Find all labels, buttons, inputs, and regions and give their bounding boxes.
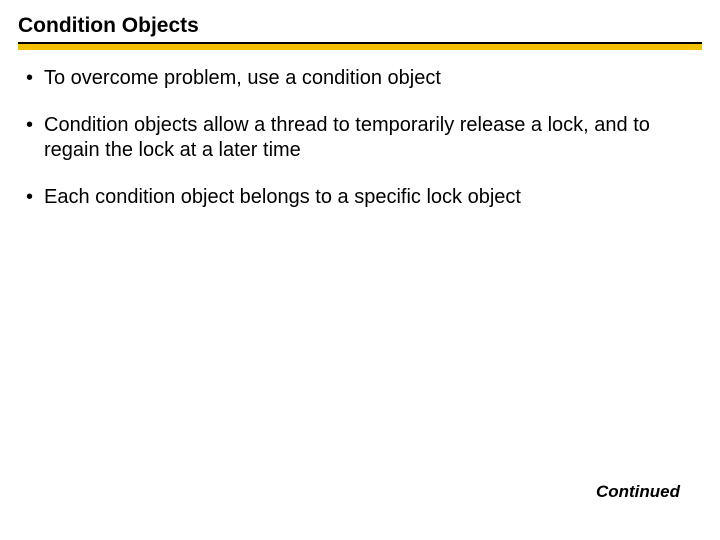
slide-body: To overcome problem, use a condition obj…	[18, 50, 702, 210]
bullet-list: To overcome problem, use a condition obj…	[24, 66, 696, 210]
list-item: Each condition object belongs to a speci…	[24, 185, 696, 210]
continued-label: Continued	[596, 482, 680, 502]
list-item: Condition objects allow a thread to temp…	[24, 113, 696, 163]
slide: Condition Objects To overcome problem, u…	[0, 0, 720, 540]
slide-title: Condition Objects	[18, 14, 702, 44]
list-item: To overcome problem, use a condition obj…	[24, 66, 696, 91]
